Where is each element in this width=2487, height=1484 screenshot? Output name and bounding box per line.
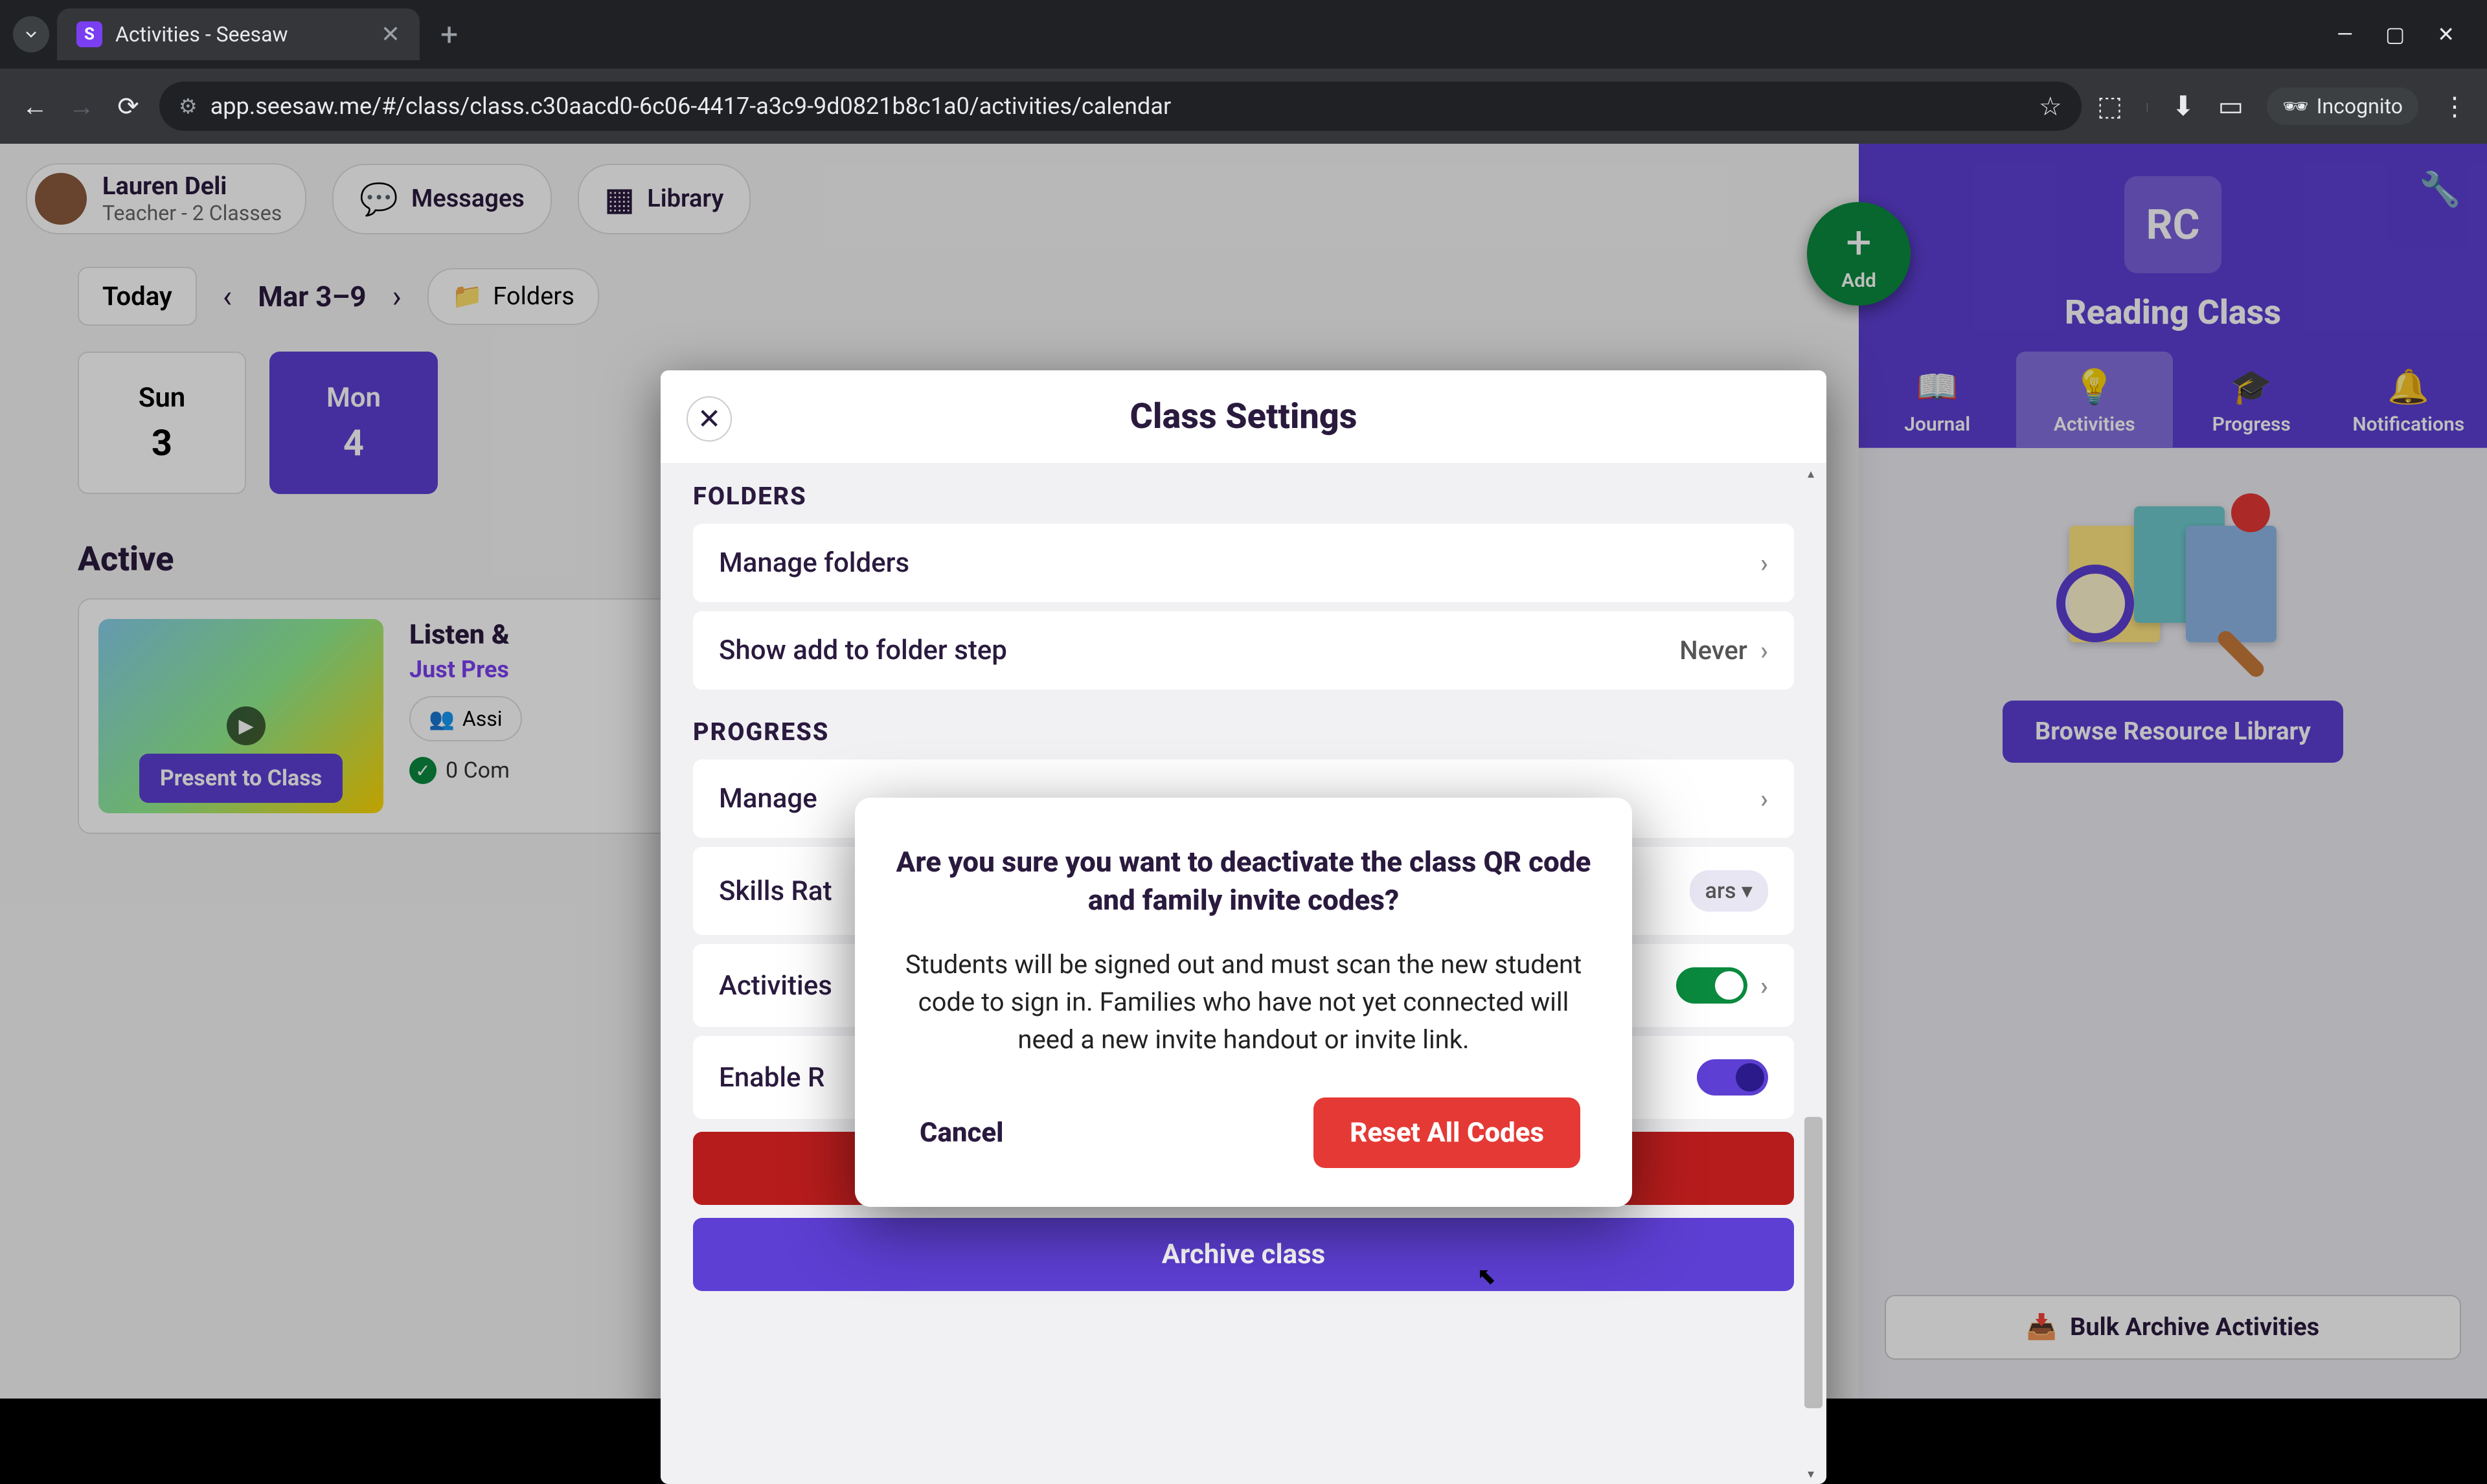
seesaw-favicon: S xyxy=(76,21,102,47)
reset-all-codes-button[interactable]: Reset All Codes xyxy=(1313,1097,1580,1168)
incognito-badge[interactable]: 🕶 Incognito xyxy=(2267,87,2418,125)
activities-toggle[interactable] xyxy=(1676,967,1747,1004)
chevron-right-icon: › xyxy=(1760,548,1768,578)
chevron-right-icon: › xyxy=(1760,635,1768,666)
scroll-up-arrow[interactable]: ▴ xyxy=(1802,466,1820,481)
progress-section-label: PROGRESS xyxy=(693,699,1794,759)
forward-button[interactable]: → xyxy=(66,91,97,122)
back-button[interactable]: ← xyxy=(19,91,51,122)
window-controls: — ▢ ✕ xyxy=(2337,22,2474,47)
scroll-down-arrow[interactable]: ▾ xyxy=(1802,1466,1820,1481)
maximize-button[interactable]: ▢ xyxy=(2385,22,2405,47)
new-tab-button[interactable]: + xyxy=(440,16,458,53)
tab-search-button[interactable] xyxy=(13,16,49,52)
confirm-body: Students will be signed out and must sca… xyxy=(894,946,1593,1059)
browser-tab[interactable]: S Activities - Seesaw ✕ xyxy=(57,8,420,60)
reload-button[interactable]: ⟳ xyxy=(113,91,144,122)
manage-folders-row[interactable]: Manage folders › xyxy=(693,524,1794,602)
minimize-button[interactable]: — xyxy=(2337,22,2353,47)
extensions-icon[interactable]: ⬚ xyxy=(2097,90,2123,122)
close-window-button[interactable]: ✕ xyxy=(2437,22,2455,47)
chevron-right-icon: › xyxy=(1760,971,1768,1001)
incognito-icon: 🕶 xyxy=(2282,94,2309,118)
address-bar: ← → ⟳ ⚙ app.seesaw.me/#/class/class.c30a… xyxy=(0,69,2487,144)
cancel-button[interactable]: Cancel xyxy=(907,1099,1017,1167)
url-text: app.seesaw.me/#/class/class.c30aacd0-6c0… xyxy=(210,93,2026,120)
scrollbar-thumb[interactable] xyxy=(1804,1117,1823,1408)
browser-menu-icon[interactable]: ⋮ xyxy=(2442,91,2468,122)
confirm-reset-dialog: Are you sure you want to deactivate the … xyxy=(855,798,1632,1207)
enable-toggle[interactable] xyxy=(1697,1059,1768,1096)
tab-close-icon[interactable]: ✕ xyxy=(381,21,400,48)
stars-dropdown[interactable]: ars ▾ xyxy=(1690,870,1768,912)
chevron-right-icon: › xyxy=(1760,783,1768,814)
browser-tab-bar: S Activities - Seesaw ✕ + — ▢ ✕ xyxy=(0,0,2487,69)
mouse-cursor: ⬉ xyxy=(1477,1263,1496,1290)
show-add-folder-row[interactable]: Show add to folder step Never› xyxy=(693,611,1794,690)
archive-class-button[interactable]: Archive class xyxy=(693,1218,1794,1291)
downloads-icon[interactable]: ⬇ xyxy=(2172,90,2194,122)
address-field[interactable]: ⚙ app.seesaw.me/#/class/class.c30aacd0-6… xyxy=(159,82,2082,131)
confirm-title: Are you sure you want to deactivate the … xyxy=(894,843,1593,920)
reader-icon[interactable]: ▭ xyxy=(2218,90,2243,122)
site-settings-icon[interactable]: ⚙ xyxy=(179,94,198,118)
bookmark-star-icon[interactable]: ☆ xyxy=(2039,91,2062,122)
tab-title: Activities - Seesaw xyxy=(115,22,368,47)
close-settings-button[interactable]: ✕ xyxy=(687,396,732,442)
settings-title: Class Settings xyxy=(1130,396,1357,437)
folders-section-label: FOLDERS xyxy=(693,463,1794,524)
